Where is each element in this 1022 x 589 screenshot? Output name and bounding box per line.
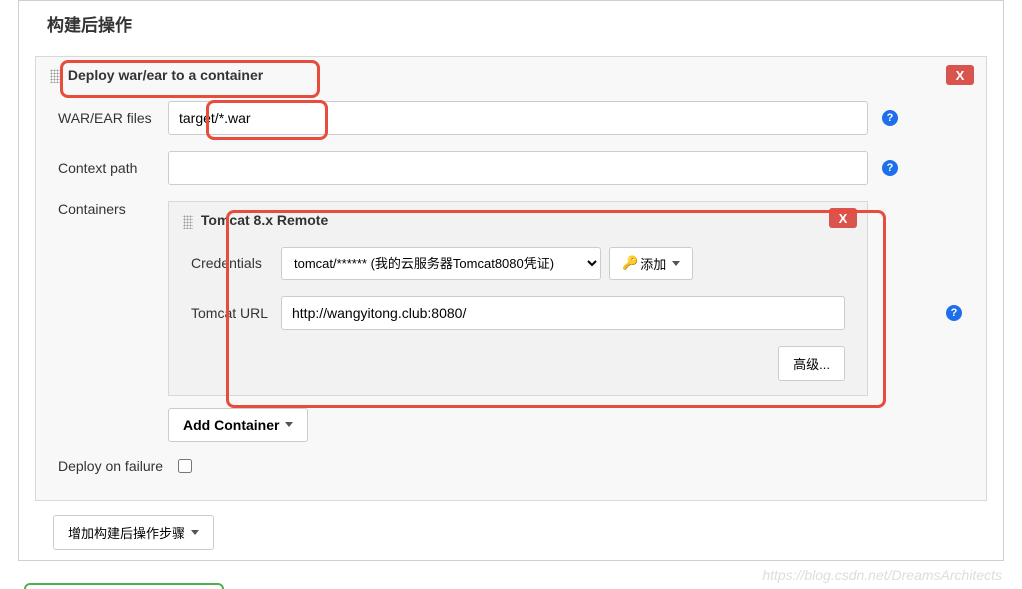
add-post-build-step-button[interactable]: 增加构建后操作步骤 xyxy=(53,515,214,550)
container-title: Tomcat 8.x Remote xyxy=(201,212,328,228)
add-container-button[interactable]: Add Container xyxy=(168,408,308,442)
delete-step-button[interactable]: X xyxy=(946,65,974,85)
deploy-header[interactable]: Deploy war/ear to a container xyxy=(36,57,263,93)
context-path-label: Context path xyxy=(58,160,168,176)
help-icon[interactable]: ? xyxy=(882,110,898,126)
watermark-text: https://blog.csdn.net/DreamsArchitects xyxy=(762,567,1002,583)
deploy-on-failure-label: Deploy on failure xyxy=(58,458,178,474)
war-files-input[interactable] xyxy=(168,101,868,135)
credentials-select[interactable]: tomcat/****** (我的云服务器Tomcat8080凭证) xyxy=(281,247,601,280)
context-path-input[interactable] xyxy=(168,151,868,185)
add-cred-label: 添加 xyxy=(640,254,666,273)
deploy-on-failure-row: Deploy on failure xyxy=(36,450,986,482)
tomcat-url-input[interactable] xyxy=(281,296,845,330)
chevron-down-icon xyxy=(285,422,293,427)
credentials-label: Credentials xyxy=(191,255,281,271)
tomcat-url-label: Tomcat URL xyxy=(191,305,281,321)
chevron-down-icon xyxy=(672,261,680,266)
tomcat-container-box: X Tomcat 8.x Remote Credentials tomcat/*… xyxy=(168,201,868,395)
containers-label: Containers xyxy=(58,201,168,217)
containers-row: Containers X Tomcat 8.x Remote Credentia… xyxy=(36,193,986,449)
context-path-row: Context path ? xyxy=(36,143,986,193)
deploy-title: Deploy war/ear to a container xyxy=(68,67,263,83)
war-files-row: WAR/EAR files ? xyxy=(36,93,986,143)
post-build-panel: 构建后操作 X Deploy war/ear to a container WA… xyxy=(18,0,1004,561)
tomcat-url-row: Tomcat URL xyxy=(169,288,867,338)
deploy-container-step: X Deploy war/ear to a container WAR/EAR … xyxy=(35,56,987,501)
deploy-on-failure-checkbox[interactable] xyxy=(178,459,192,473)
key-icon: 🔑 xyxy=(622,255,638,271)
drag-handle-icon[interactable] xyxy=(50,69,60,83)
chevron-down-icon xyxy=(191,530,199,535)
help-icon[interactable]: ? xyxy=(882,160,898,176)
advanced-button[interactable]: 高级... xyxy=(778,346,845,381)
war-files-label: WAR/EAR files xyxy=(58,110,168,126)
green-highlight-partial xyxy=(24,583,224,589)
add-credentials-button[interactable]: 🔑 添加 xyxy=(609,247,693,280)
container-title-bar[interactable]: Tomcat 8.x Remote xyxy=(169,202,867,238)
help-icon[interactable]: ? xyxy=(946,305,962,321)
credentials-row: Credentials tomcat/****** (我的云服务器Tomcat8… xyxy=(169,239,867,288)
section-title: 构建后操作 xyxy=(47,11,1003,36)
containers-content: X Tomcat 8.x Remote Credentials tomcat/*… xyxy=(168,201,868,441)
drag-handle-icon[interactable] xyxy=(183,215,193,229)
